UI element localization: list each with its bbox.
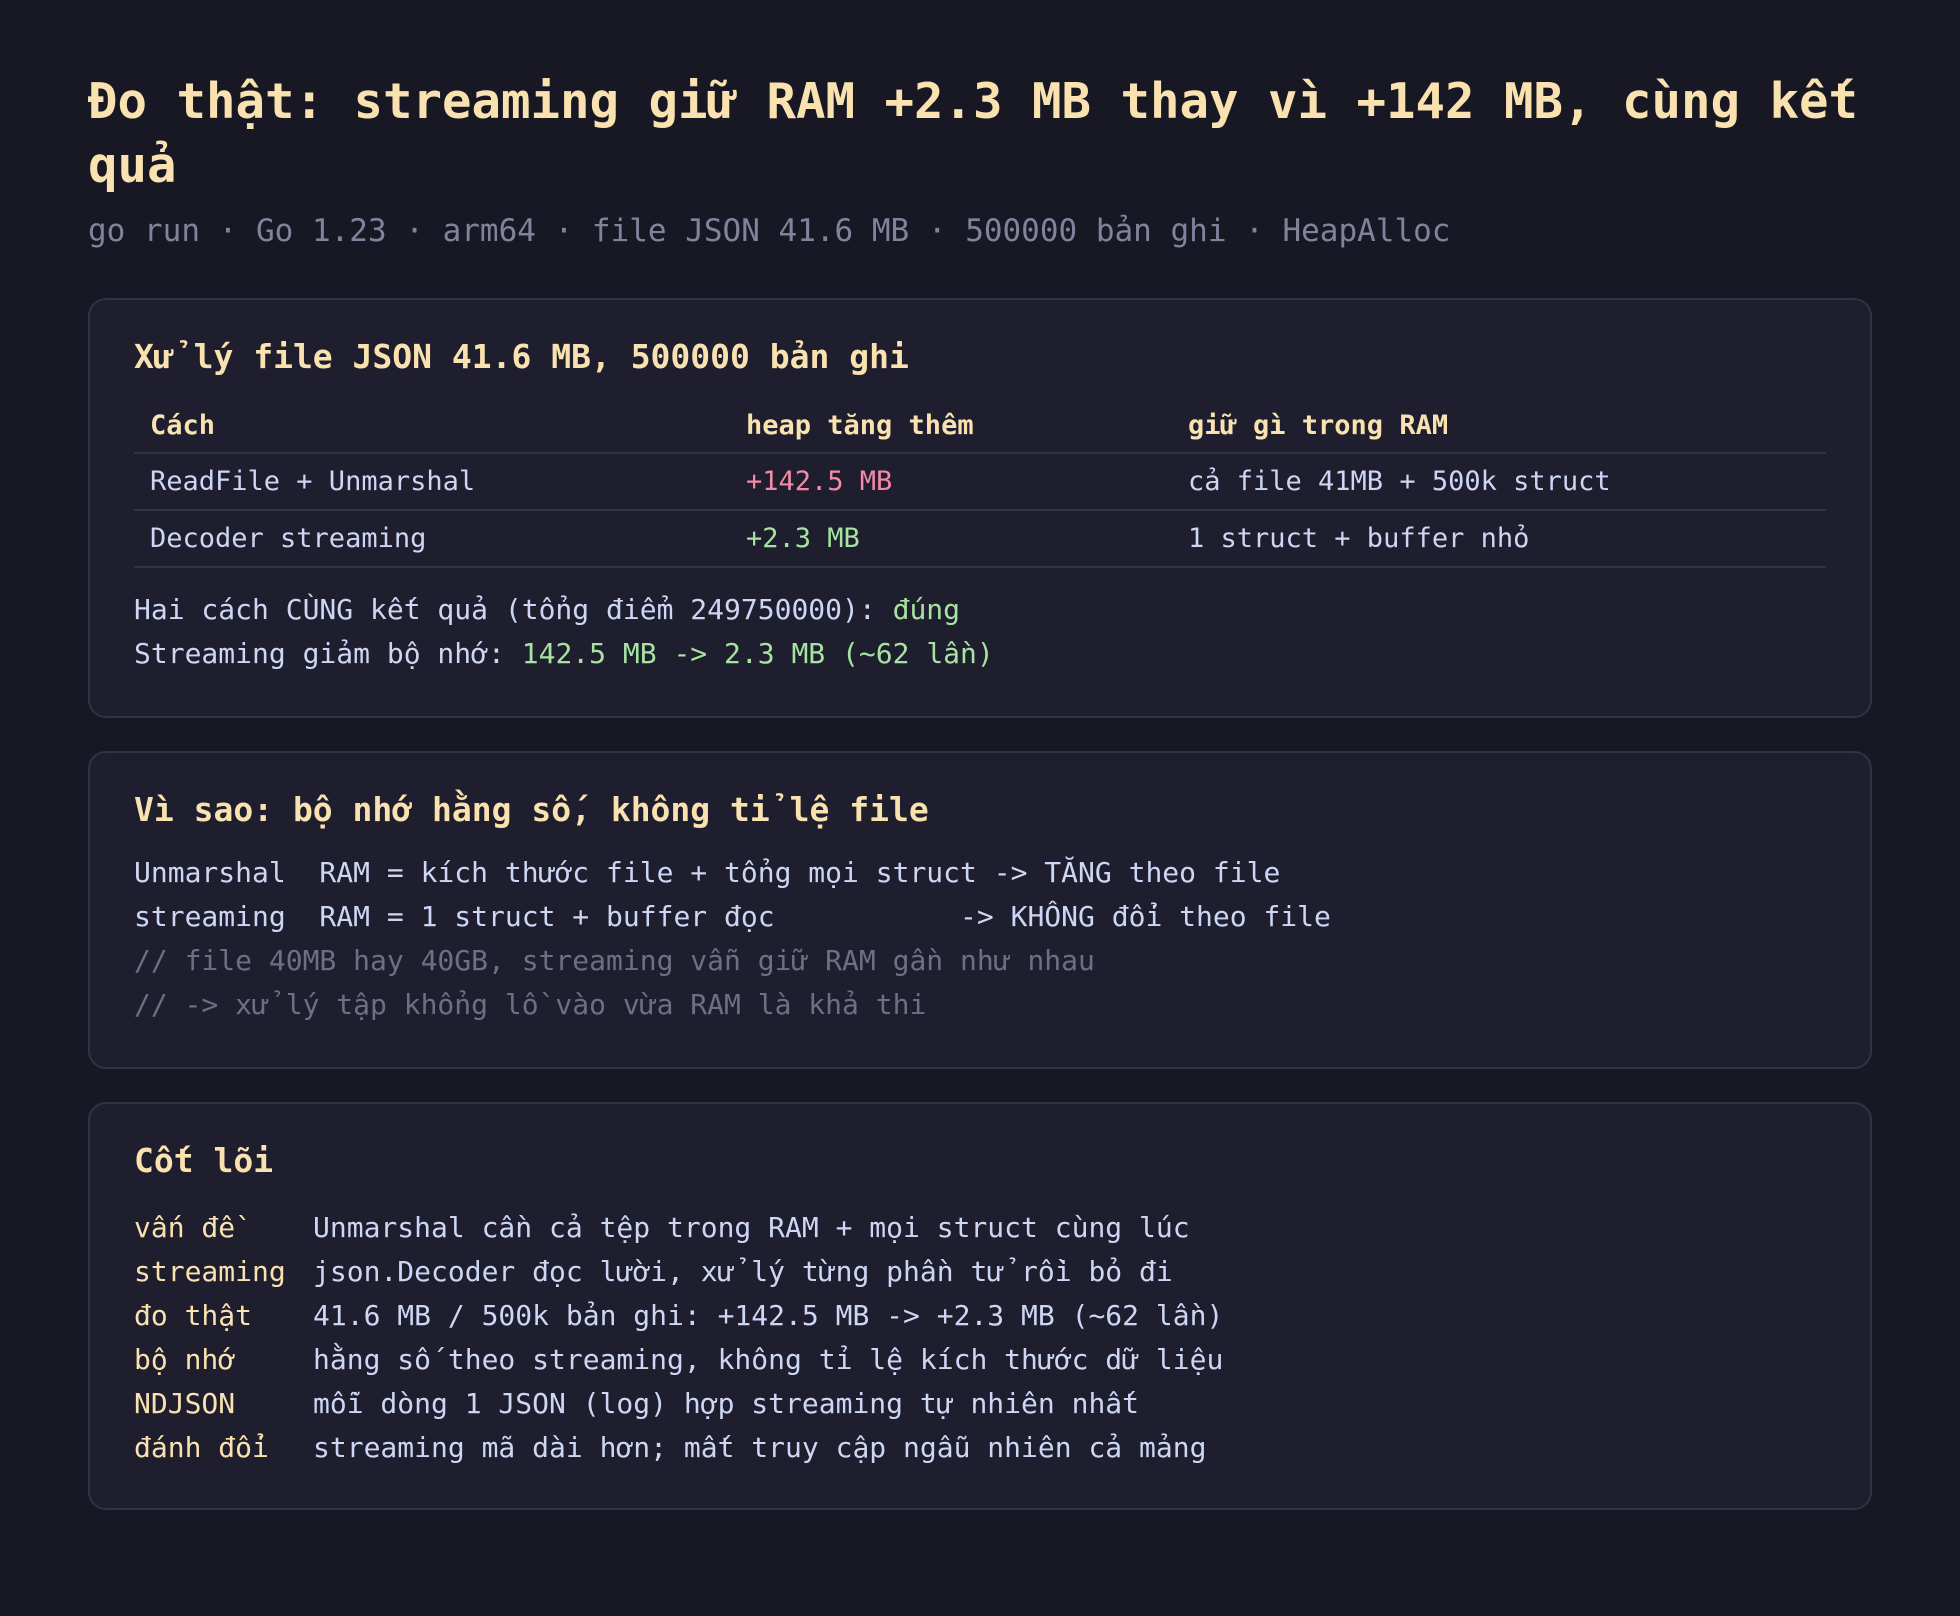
list-item-value: Unmarshal cần cả tệp trong RAM + mọi str… bbox=[313, 1211, 1190, 1244]
table-row: ReadFile + Unmarshal +142.5 MB cả file 4… bbox=[134, 453, 1826, 511]
list-item-value: streaming mã dài hơn; mất truy cập ngẫu … bbox=[313, 1431, 1207, 1464]
why-card: Vì sao: bộ nhớ hằng số, không tỉ lệ file… bbox=[88, 751, 1872, 1069]
holds-cell: 1 struct + buffer nhỏ bbox=[1172, 510, 1826, 568]
same-result-value: đúng bbox=[892, 593, 961, 626]
reduction-label: Streaming giảm bộ nhớ: bbox=[134, 637, 522, 670]
reduction-value: 142.5 MB -> 2.3 MB (~62 lần) bbox=[521, 637, 994, 670]
heap-cell: +142.5 MB bbox=[730, 453, 1172, 511]
code-line: streaming RAM = 1 struct + buffer đọc ->… bbox=[134, 900, 1331, 933]
comparison-table: Cách heap tăng thêm giữ gì trong RAM Rea… bbox=[134, 398, 1826, 568]
table-header-row: Cách heap tăng thêm giữ gì trong RAM bbox=[134, 398, 1826, 454]
result-summary: Hai cách CÙNG kết quả (tổng điểm 2497500… bbox=[134, 588, 1826, 676]
list-item: NDJSON mỗi dòng 1 JSON (log) hợp streami… bbox=[134, 1382, 1826, 1426]
list-item-key: đánh đổi bbox=[134, 1431, 269, 1464]
core-list: vấn đề Unmarshal cần cả tệp trong RAM + … bbox=[134, 1206, 1826, 1470]
same-result-label: Hai cách CÙNG kết quả (tổng điểm 2497500… bbox=[134, 593, 893, 626]
list-item-value: 41.6 MB / 500k bản ghi: +142.5 MB -> +2.… bbox=[313, 1299, 1224, 1332]
same-result-line: Hai cách CÙNG kết quả (tổng điểm 2497500… bbox=[134, 588, 1826, 632]
page-subtitle: go run · Go 1.23 · arm64 · file JSON 41.… bbox=[88, 213, 1451, 249]
code-line: Unmarshal RAM = kích thước file + tổng m… bbox=[134, 856, 1281, 889]
code-comment: // file 40MB hay 40GB, streaming vẫn giữ… bbox=[134, 944, 1095, 977]
reduction-line: Streaming giảm bộ nhớ: 142.5 MB -> 2.3 M… bbox=[134, 632, 1826, 676]
list-item-key: NDJSON bbox=[134, 1387, 236, 1420]
list-item-key: đo thật bbox=[134, 1299, 253, 1332]
column-header-heap: heap tăng thêm bbox=[730, 398, 1172, 454]
list-item: streaming json.Decoder đọc lười, xử lý t… bbox=[134, 1250, 1826, 1294]
why-card-title: Vì sao: bộ nhớ hằng số, không tỉ lệ file bbox=[134, 790, 929, 829]
list-item-value: json.Decoder đọc lười, xử lý từng phần t… bbox=[313, 1255, 1173, 1288]
code-comment: // -> xử lý tập khổng lồ vào vừa RAM là … bbox=[134, 988, 927, 1021]
list-item-key: vấn đề bbox=[134, 1211, 236, 1244]
table-row: Decoder streaming +2.3 MB 1 struct + buf… bbox=[134, 510, 1826, 568]
list-item: đo thật 41.6 MB / 500k bản ghi: +142.5 M… bbox=[134, 1294, 1826, 1338]
list-item-value: mỗi dòng 1 JSON (log) hợp streaming tự n… bbox=[313, 1387, 1140, 1420]
measurement-card: Xử lý file JSON 41.6 MB, 500000 bản ghi … bbox=[88, 298, 1872, 718]
why-code-block: Unmarshal RAM = kích thước file + tổng m… bbox=[134, 851, 1826, 1027]
list-item: bộ nhớ hằng số theo streaming, không tỉ … bbox=[134, 1338, 1826, 1382]
measurement-card-title: Xử lý file JSON 41.6 MB, 500000 bản ghi bbox=[134, 337, 909, 376]
column-header-method: Cách bbox=[134, 398, 730, 454]
method-cell: ReadFile + Unmarshal bbox=[134, 453, 730, 511]
holds-cell: cả file 41MB + 500k struct bbox=[1172, 453, 1826, 511]
core-card: Cốt lõi vấn đề Unmarshal cần cả tệp tron… bbox=[88, 1102, 1872, 1510]
list-item-key: bộ nhớ bbox=[134, 1343, 236, 1376]
page: Đo thật: streaming giữ RAM +2.3 MB thay … bbox=[0, 0, 1960, 1616]
page-title: Đo thật: streaming giữ RAM +2.3 MB thay … bbox=[88, 73, 1859, 194]
list-item-key: streaming bbox=[134, 1255, 286, 1288]
method-cell: Decoder streaming bbox=[134, 510, 730, 568]
list-item: vấn đề Unmarshal cần cả tệp trong RAM + … bbox=[134, 1206, 1826, 1250]
core-card-title: Cốt lõi bbox=[134, 1141, 274, 1180]
column-header-holds: giữ gì trong RAM bbox=[1172, 398, 1826, 454]
heap-cell: +2.3 MB bbox=[730, 510, 1172, 568]
list-item: đánh đổi streaming mã dài hơn; mất truy … bbox=[134, 1426, 1826, 1470]
list-item-value: hằng số theo streaming, không tỉ lệ kích… bbox=[313, 1343, 1224, 1376]
